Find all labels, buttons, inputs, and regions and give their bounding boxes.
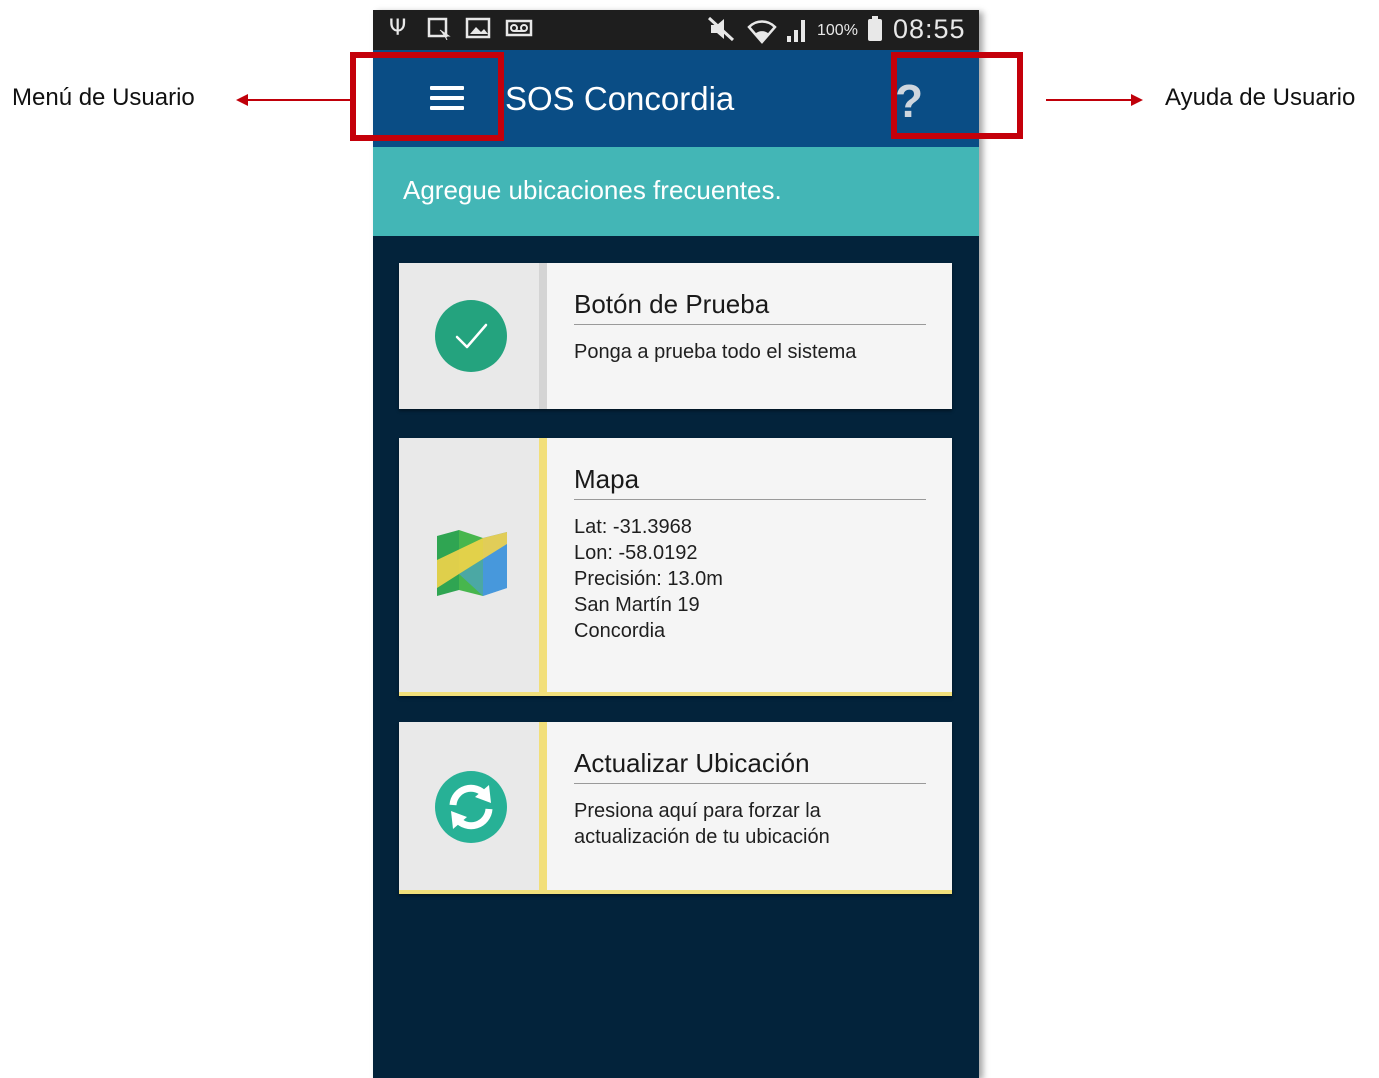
banner-text: Agregue ubicaciones frecuentes. [403,175,782,205]
city-name: Concordia [574,620,666,642]
gallery-icon [465,16,493,46]
longitude-value: Lon: -58.0192 [574,542,698,564]
screenshot-icon [427,16,453,46]
annotation-help-label: Ayuda de Usuario [1165,84,1356,111]
card-icon-area [399,438,539,692]
clock: 08:55 [893,14,966,44]
card-body: Botón de Prueba Ponga a prueba todo el s… [574,263,926,365]
mute-icon [707,16,735,48]
menu-highlight-box [350,52,504,141]
map-card[interactable]: Mapa Lat: -31.3968 Lon: -58.0192 Precisi… [399,438,952,696]
card-divider [539,263,547,409]
voicemail-icon [505,16,535,46]
card-title: Actualizar Ubicación [574,722,926,784]
annotation-menu-label: Menú de Usuario [12,84,195,111]
update-location-card[interactable]: Actualizar Ubicación Presiona aquí para … [399,722,952,894]
card-title: Botón de Prueba [574,263,926,325]
card-description-line: actualización de tu ubicación [574,826,830,848]
annotation-arrowhead-right [1131,94,1143,106]
card-icon-area [399,263,539,409]
annotation-arrow-right [1046,99,1132,101]
phone-screen: Ψ 100% 08:55 SOS Concordia ? Agregue ubi… [373,10,979,1078]
wifi-icon [747,16,777,50]
help-highlight-box [891,52,1023,139]
card-description: Lat: -31.3968 Lon: -58.0192 Precisión: 1… [574,514,926,644]
card-description-line: Ponga a prueba todo el sistema [574,341,857,363]
street-address: San Martín 19 [574,594,700,616]
card-divider [539,438,547,692]
card-divider [539,722,547,890]
refresh-icon [435,771,507,843]
card-description-line: Presiona aquí para forzar la [574,800,821,822]
annotation-arrowhead-left [236,94,248,106]
annotation-arrow-left [246,99,350,101]
usb-icon: Ψ [389,16,407,41]
map-icon [435,530,509,596]
page: Menú de Usuario Ayuda de Usuario Ψ 100% … [0,0,1379,1078]
latitude-value: Lat: -31.3968 [574,516,692,538]
app-title: SOS Concordia [505,80,735,117]
test-button-card[interactable]: Botón de Prueba Ponga a prueba todo el s… [399,263,952,409]
card-title: Mapa [574,438,926,500]
card-body: Actualizar Ubicación Presiona aquí para … [574,722,926,850]
status-bar: Ψ 100% 08:55 [373,10,979,50]
signal-icon [785,16,811,50]
battery-charging-icon [868,16,882,41]
info-banner[interactable]: Agregue ubicaciones frecuentes. [373,147,979,236]
card-icon-area [399,722,539,890]
precision-value: Precisión: 13.0m [574,568,723,590]
card-description: Ponga a prueba todo el sistema [574,339,926,365]
card-description: Presiona aquí para forzar la actualizaci… [574,798,926,850]
check-circle-icon [435,300,507,372]
card-body: Mapa Lat: -31.3968 Lon: -58.0192 Precisi… [574,438,926,644]
battery-percent: 100% [817,22,858,39]
